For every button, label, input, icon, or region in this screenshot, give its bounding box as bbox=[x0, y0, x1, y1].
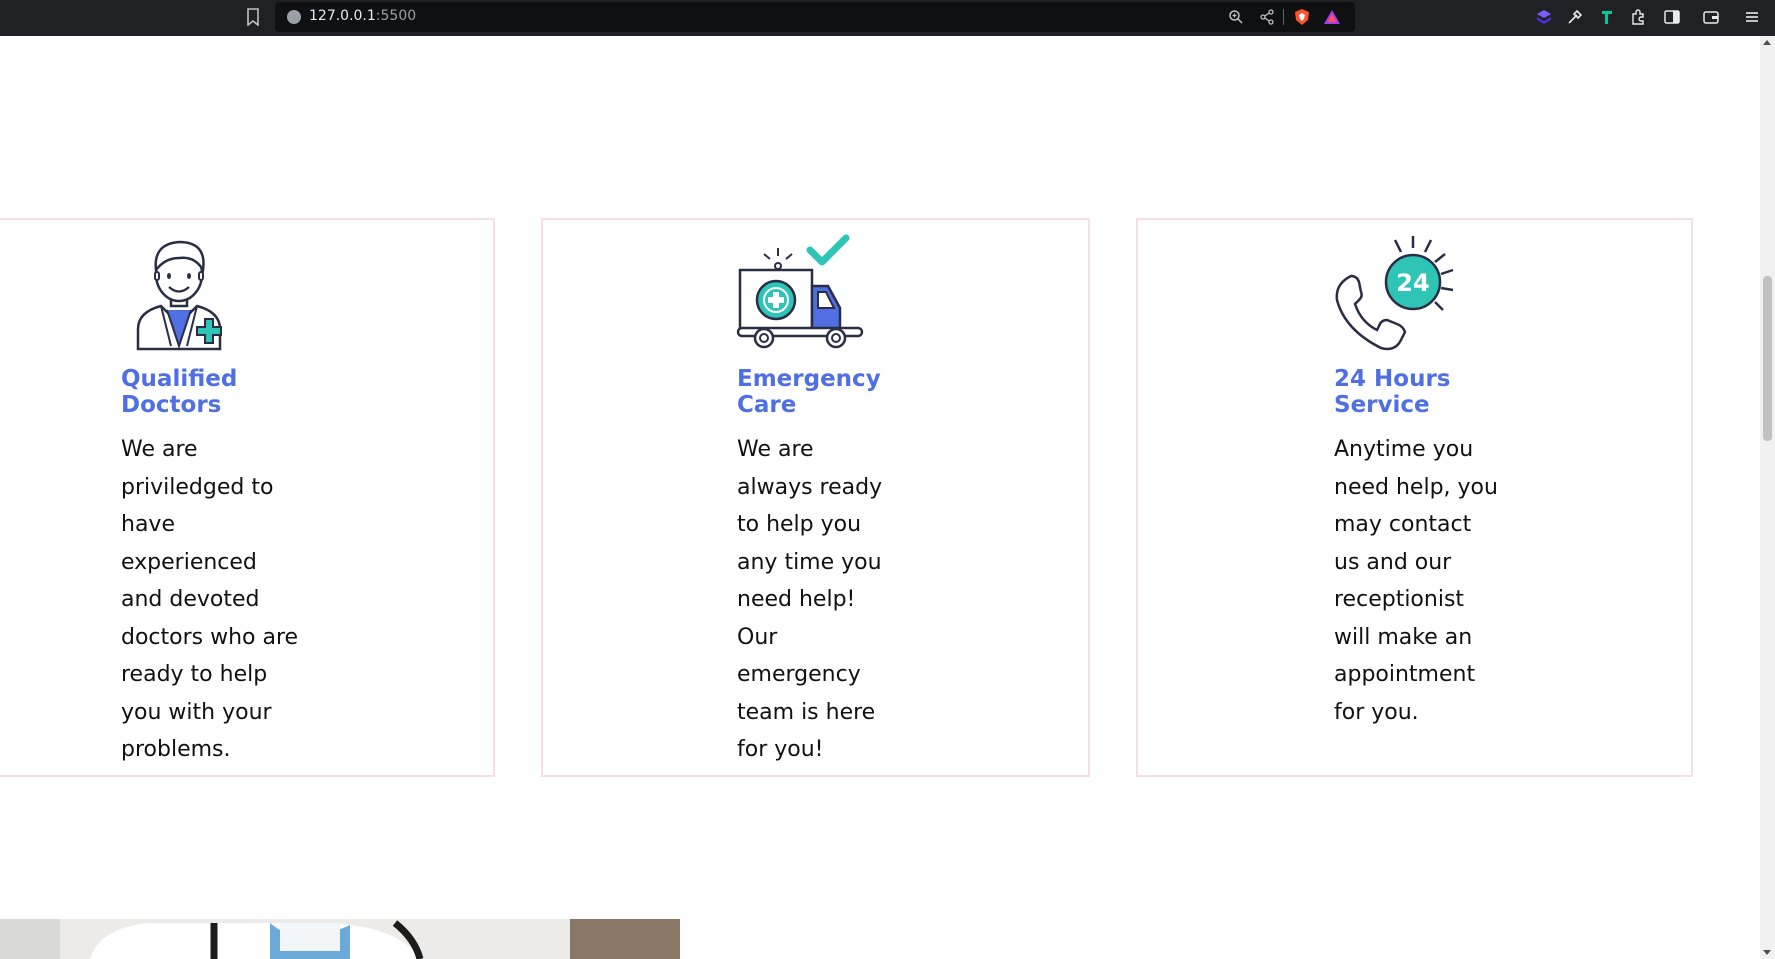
zoom-icon[interactable] bbox=[1228, 9, 1244, 25]
card-title: 24 Hours Service bbox=[1334, 366, 1451, 418]
card-title: Emergency Care bbox=[737, 366, 881, 418]
scroll-down-arrow-icon[interactable] bbox=[1763, 950, 1771, 955]
doctor-photo bbox=[0, 919, 680, 959]
scroll-thumb[interactable] bbox=[1763, 276, 1772, 441]
color-picker-icon[interactable] bbox=[1566, 8, 1584, 26]
extension-teal-icon[interactable] bbox=[1598, 8, 1616, 26]
page-scrollbar[interactable] bbox=[1760, 36, 1775, 959]
share-icon[interactable] bbox=[1259, 9, 1275, 25]
card-description: Anytime you need help, you may contact u… bbox=[1334, 437, 1498, 725]
card-description: We are priviledged to have experienced a… bbox=[121, 437, 299, 762]
feature-card-24h: 24 24 Hours Service Anytime you need hel… bbox=[1136, 218, 1693, 777]
card-title: Qualified Doctors bbox=[121, 366, 238, 418]
browser-toolbar: 127.0.0.1:5500 bbox=[0, 0, 1775, 36]
icon-label: 24 bbox=[1396, 269, 1429, 297]
feature-card-doctors: Qualified Doctors We are priviledged to … bbox=[0, 218, 495, 777]
card-description: We are always ready to help you any time… bbox=[737, 437, 883, 762]
doctor-icon bbox=[136, 240, 222, 351]
scroll-up-arrow-icon[interactable] bbox=[1763, 40, 1771, 45]
feature-card-emergency: Emergency Care We are always ready to he… bbox=[541, 218, 1090, 777]
wallet-icon[interactable] bbox=[1702, 8, 1720, 26]
extensions-puzzle-icon[interactable] bbox=[1630, 8, 1648, 26]
menu-icon[interactable] bbox=[1743, 8, 1761, 26]
brave-shield-icon[interactable] bbox=[1293, 8, 1311, 26]
site-info-icon[interactable] bbox=[287, 10, 301, 24]
divider bbox=[1283, 9, 1284, 25]
ambulance-icon bbox=[736, 234, 864, 349]
phone-24-icon: 24 bbox=[1335, 236, 1454, 351]
sidebar-toggle-icon[interactable] bbox=[1663, 8, 1681, 26]
bookmark-icon[interactable] bbox=[245, 8, 261, 26]
url-text[interactable]: 127.0.0.1:5500 bbox=[309, 8, 416, 24]
extension-wallet-icon[interactable] bbox=[1535, 8, 1553, 26]
brave-rewards-icon[interactable] bbox=[1323, 8, 1341, 26]
address-bar[interactable]: 127.0.0.1:5500 bbox=[275, 2, 1355, 32]
